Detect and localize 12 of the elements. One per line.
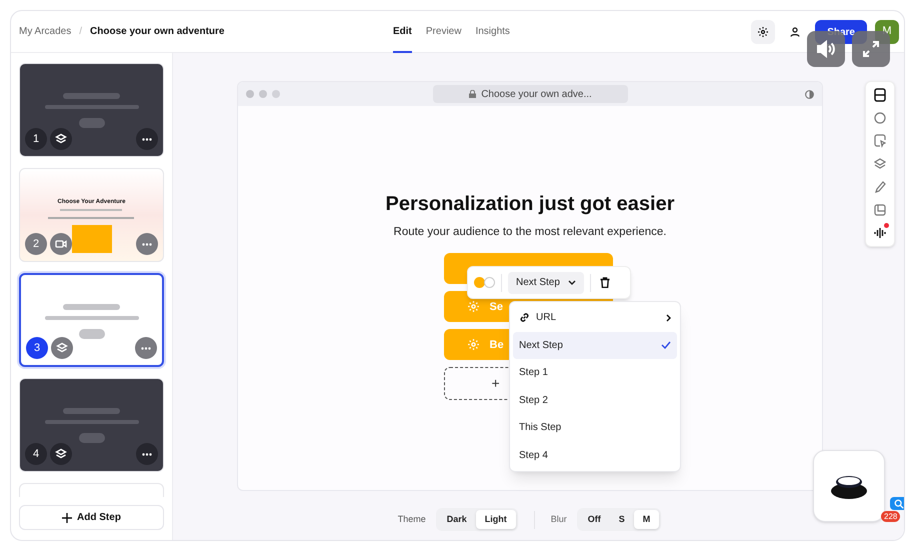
preview-heading: Personalization just got easier xyxy=(386,192,674,216)
step-number: 2 xyxy=(25,233,47,255)
breadcrumb-title: Choose your own adventure xyxy=(90,25,224,39)
theme-label: Theme xyxy=(398,512,426,526)
preview-subheading: Route your audience to the most relevant experience. xyxy=(394,225,666,240)
breadcrumb-separator: / xyxy=(79,25,82,39)
step-number: 1 xyxy=(25,128,47,150)
blur-label: Blur xyxy=(550,512,567,526)
step-number: 4 xyxy=(25,443,47,465)
address-bar: Choose your own adve... xyxy=(433,85,628,103)
count-badge: 228 xyxy=(881,511,900,522)
step-number: 3 xyxy=(26,337,48,359)
